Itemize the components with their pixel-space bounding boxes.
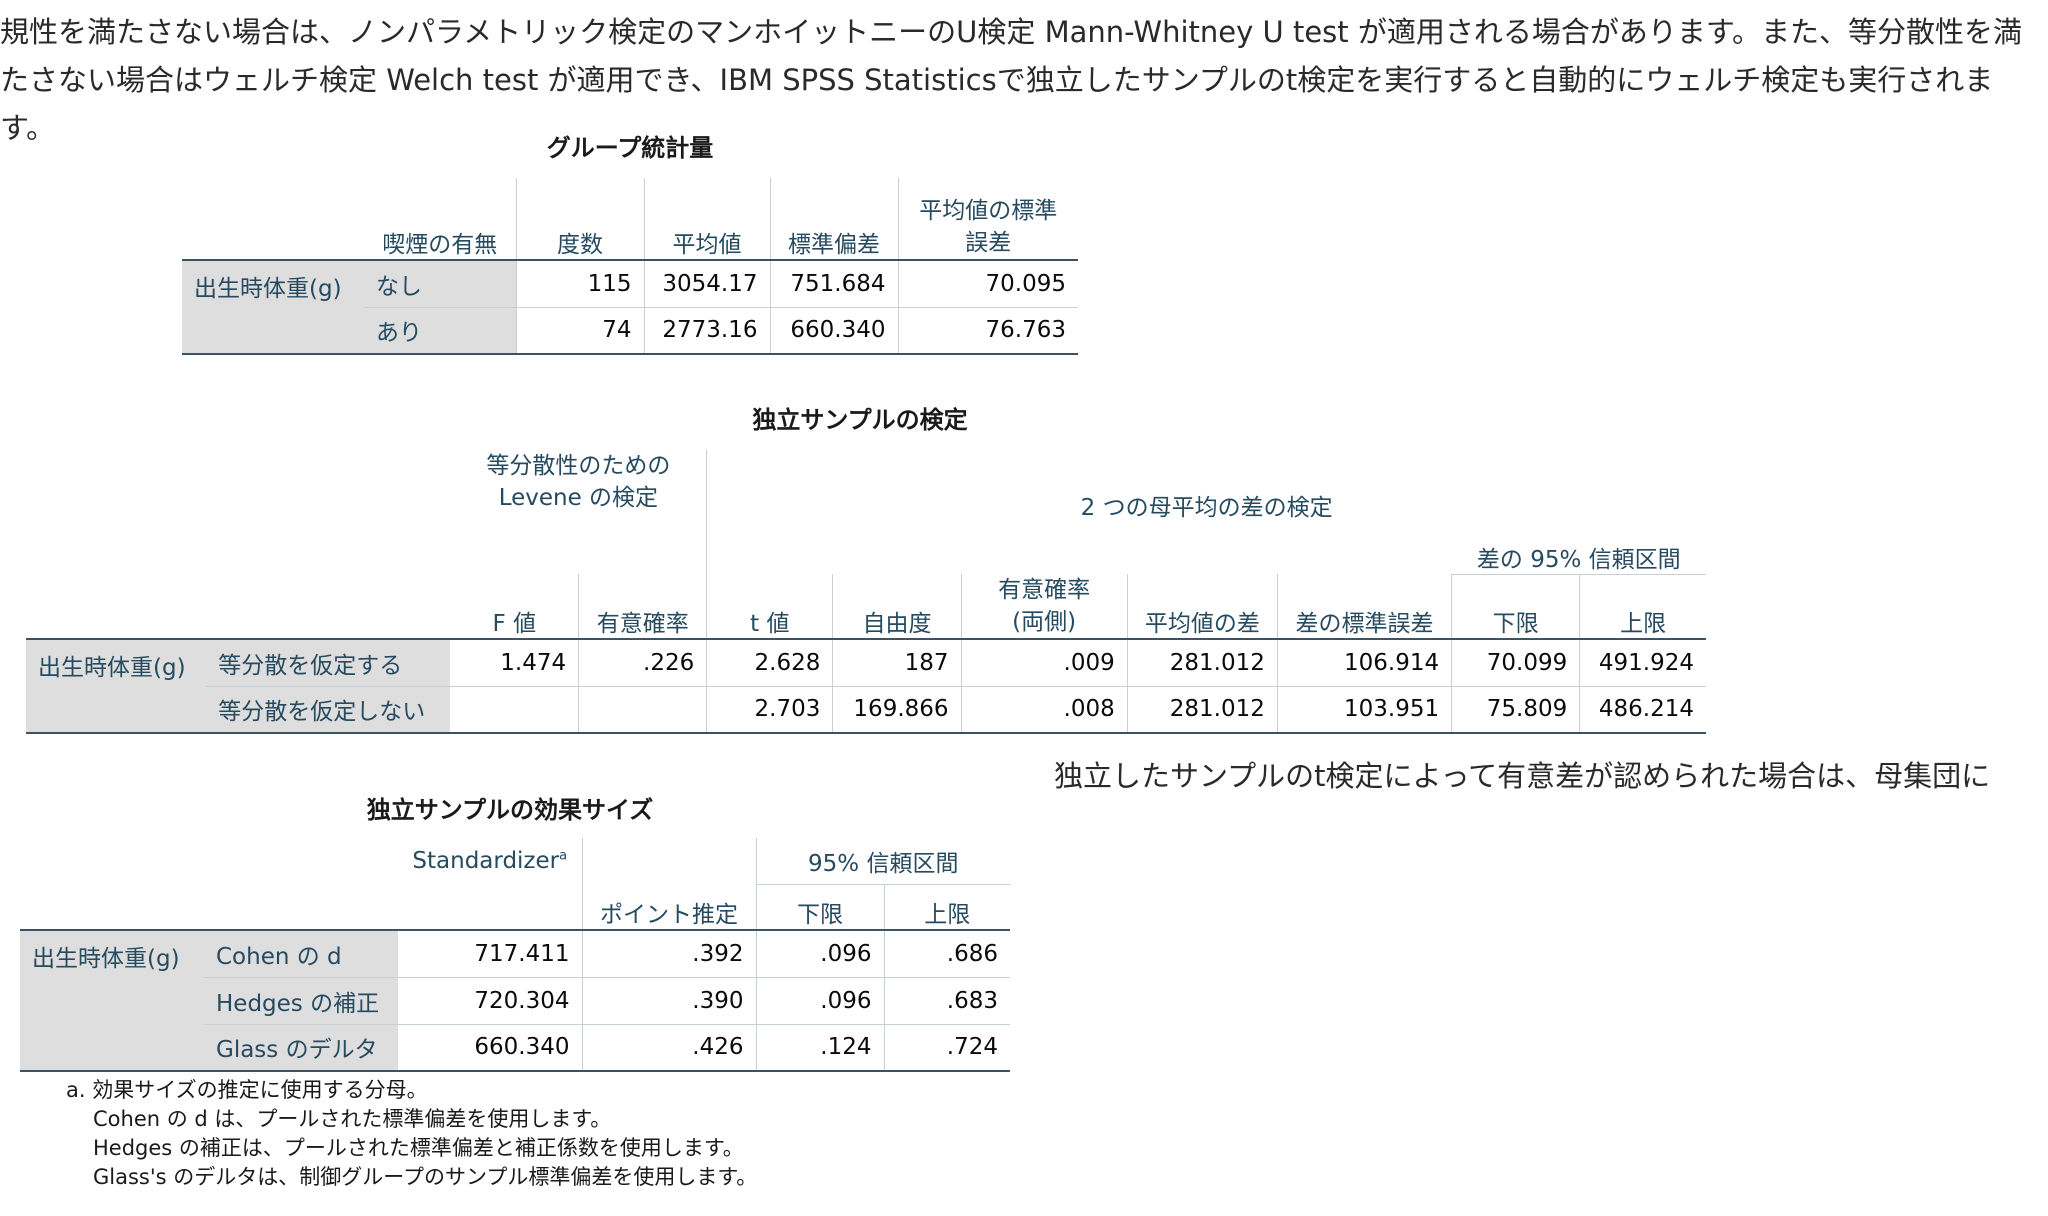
cell-se-diff: 103.951	[1276, 686, 1452, 734]
cell-lower: .096	[755, 977, 884, 1025]
col-se: 平均値の標準誤差	[897, 178, 1078, 261]
group-label: あり	[364, 307, 516, 355]
col-f: F 値	[450, 574, 579, 640]
cell-sd: 751.684	[769, 260, 898, 308]
cell-mean-diff: 281.012	[1126, 639, 1278, 687]
cell-upper: .724	[883, 1024, 1010, 1072]
levene-header: 等分散性のための Levene の検定	[486, 453, 671, 511]
cell-lower: .124	[755, 1024, 884, 1072]
effect-footnotes: a. 効果サイズの推定に使用する分母。 Cohen の d は、プールされた標準…	[66, 1076, 757, 1192]
col-mean-diff: 平均値の差	[1126, 574, 1278, 640]
cell-upper: .683	[883, 977, 1010, 1025]
cell-df: 187	[832, 639, 962, 687]
cell-se-diff: 106.914	[1276, 639, 1452, 687]
row-header-weight: 出生時体重(g)	[26, 639, 207, 734]
cell-lower: 75.809	[1451, 686, 1580, 734]
col-se-diff: 差の標準誤差	[1276, 574, 1452, 640]
col-upper: 上限	[1579, 574, 1706, 640]
cell-f: 1.474	[450, 639, 579, 687]
cell-upper: .686	[883, 930, 1010, 978]
ind-test-title: 独立サンプルの検定	[752, 406, 968, 434]
col-lower: 下限	[1451, 574, 1580, 640]
cell-point: .392	[581, 930, 756, 978]
cell-sig2: .009	[960, 639, 1128, 687]
cell-n: 115	[515, 260, 644, 308]
row-header-weight: 出生時体重(g)	[20, 930, 204, 1072]
ind-test-table: 等分散性のための Levene の検定 2 つの母平均の差の検定 差の 95% …	[26, 450, 1706, 734]
col-sd: 標準偏差	[769, 178, 898, 261]
cell-upper: 491.924	[1579, 639, 1706, 687]
cell-sig2: .008	[960, 686, 1128, 734]
col-sig2: 有意確率 (両側)	[960, 574, 1128, 640]
cell-se: 76.763	[897, 307, 1078, 355]
cell-sig	[578, 686, 707, 734]
cell-std: 717.411	[398, 930, 582, 978]
footnote: Glass's のデルタは、制御グループのサンプル標準偏差を使用します。	[93, 1165, 758, 1189]
intro-paragraph: 規性を満たさない場合は、ノンパラメトリック検定のマンホイットニーのU検定 Man…	[0, 15, 2022, 145]
cell-point: .426	[581, 1024, 756, 1072]
col-lower: 下限	[755, 884, 884, 931]
cell-std: 660.340	[398, 1024, 582, 1072]
col-smoking: 喫煙の有無	[364, 178, 516, 261]
row-label-equal: 等分散を仮定する	[206, 639, 451, 687]
row-label-unequal: 等分散を仮定しない	[206, 686, 451, 734]
cell-se: 70.095	[897, 260, 1078, 308]
row-label-glass: Glass のデルタ	[204, 1024, 398, 1072]
cell-sig: .226	[578, 639, 707, 687]
row-label-cohen: Cohen の d	[204, 930, 398, 978]
cell-point: .390	[581, 977, 756, 1025]
row-header-weight: 出生時体重(g)	[182, 260, 364, 355]
cell-mean: 3054.17	[643, 260, 770, 308]
col-n: 度数	[515, 178, 644, 261]
cell-df: 169.866	[832, 686, 962, 734]
cell-mean: 2773.16	[643, 307, 770, 355]
cell-t: 2.628	[706, 639, 833, 687]
ci-header: 95% 信頼区間	[755, 838, 1010, 885]
col-point: ポイント推定	[581, 884, 756, 931]
cell-upper: 486.214	[1579, 686, 1706, 734]
col-sig: 有意確率	[578, 574, 707, 640]
col-mean: 平均値	[643, 178, 770, 261]
group-stats-title: グループ統計量	[546, 134, 714, 162]
footnote: Cohen の d は、プールされた標準偏差を使用します。	[93, 1107, 612, 1131]
ci-header: 差の 95% 信頼区間	[1451, 530, 1706, 575]
group-label: なし	[364, 260, 516, 308]
cell-sd: 660.340	[769, 307, 898, 355]
side-paragraph: 独立したサンプルのt検定によって有意差が認められた場合は、母集団に	[1054, 759, 1991, 793]
cell-t: 2.703	[706, 686, 833, 734]
cell-lower: .096	[755, 930, 884, 978]
footnote: a. 効果サイズの推定に使用する分母。	[66, 1078, 428, 1102]
col-upper: 上限	[883, 884, 1010, 931]
cell-f	[450, 686, 579, 734]
cell-mean-diff: 281.012	[1126, 686, 1278, 734]
footnote: Hedges の補正は、プールされた標準偏差と補正係数を使用します。	[93, 1136, 744, 1160]
effect-title: 独立サンプルの効果サイズ	[366, 796, 654, 824]
ttest-header: 2 つの母平均の差の検定	[706, 450, 1706, 530]
cell-lower: 70.099	[1451, 639, 1580, 687]
col-t: t 値	[706, 574, 833, 640]
group-stats-table: 喫煙の有無 度数 平均値 標準偏差 平均値の標準誤差 出生時体重(g) なし 1…	[182, 178, 1078, 355]
cell-n: 74	[515, 307, 644, 355]
col-standardizer: Standardizera	[412, 848, 568, 874]
effect-table: Standardizera 95% 信頼区間 ポイント推定 下限 上限 出生時体…	[20, 838, 1010, 1072]
col-df: 自由度	[832, 574, 962, 640]
row-label-hedges: Hedges の補正	[204, 977, 398, 1025]
cell-std: 720.304	[398, 977, 582, 1025]
